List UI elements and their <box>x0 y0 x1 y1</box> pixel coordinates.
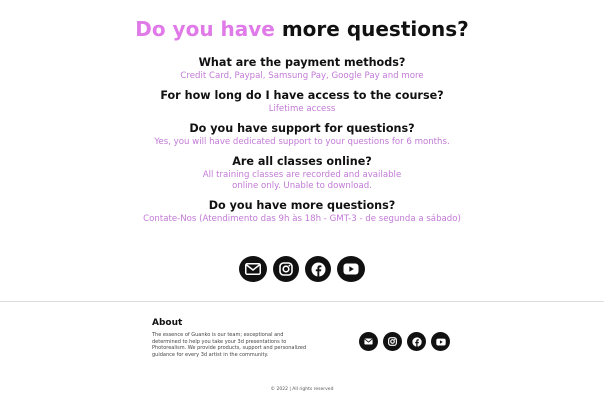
footer-about: About The essence of Guanko is our team;… <box>152 318 312 358</box>
youtube-icon[interactable] <box>337 256 365 282</box>
faq-item-online: Are all classes online? All training cla… <box>0 155 604 192</box>
email-icon[interactable] <box>359 332 378 351</box>
about-text: The essence of Guanko is our team; excep… <box>152 332 307 358</box>
faq-item-support: Do you have support for questions? Yes, … <box>0 122 604 148</box>
faq-title-accent: Do you have <box>135 17 275 41</box>
faq-question: What are the payment methods? <box>198 56 406 69</box>
footer-social-links <box>359 332 450 351</box>
facebook-icon[interactable] <box>305 256 331 282</box>
youtube-icon[interactable] <box>431 332 450 351</box>
social-links <box>0 256 604 282</box>
footer-divider <box>0 301 604 302</box>
facebook-icon[interactable] <box>407 332 426 351</box>
faq-item-payment: What are the payment methods? Credit Car… <box>0 56 604 82</box>
faq-title: Do you have more questions? <box>0 16 604 42</box>
faq-answer: Credit Card, Paypal, Samsung Pay, Google… <box>180 71 424 81</box>
faq-answer: Yes, you will have dedicated support to … <box>154 137 450 147</box>
contact-link[interactable]: Contate-Nos (Atendimento das 9h às 18h -… <box>0 214 604 225</box>
faq-item-contact: Do you have more questions? Contate-Nos … <box>0 199 604 225</box>
faq-item-access: For how long do I have access to the cou… <box>0 89 604 115</box>
copyright-text: © 2022 | All rights reserved <box>270 387 334 392</box>
faq-title-rest: more questions? <box>281 17 469 41</box>
faq-question: Are all classes online? <box>232 155 372 168</box>
instagram-icon[interactable] <box>383 332 402 351</box>
instagram-icon[interactable] <box>273 256 299 282</box>
about-title: About <box>152 318 183 328</box>
faq-section: Do you have more questions? What are the… <box>0 16 604 232</box>
faq-question: For how long do I have access to the cou… <box>160 89 444 102</box>
faq-question: Do you have more questions? <box>208 199 396 212</box>
email-icon[interactable] <box>239 256 267 282</box>
faq-question: Do you have support for questions? <box>189 122 415 135</box>
faq-answer: All training classes are recorded and av… <box>202 170 402 191</box>
faq-answer: Lifetime access <box>268 104 336 114</box>
